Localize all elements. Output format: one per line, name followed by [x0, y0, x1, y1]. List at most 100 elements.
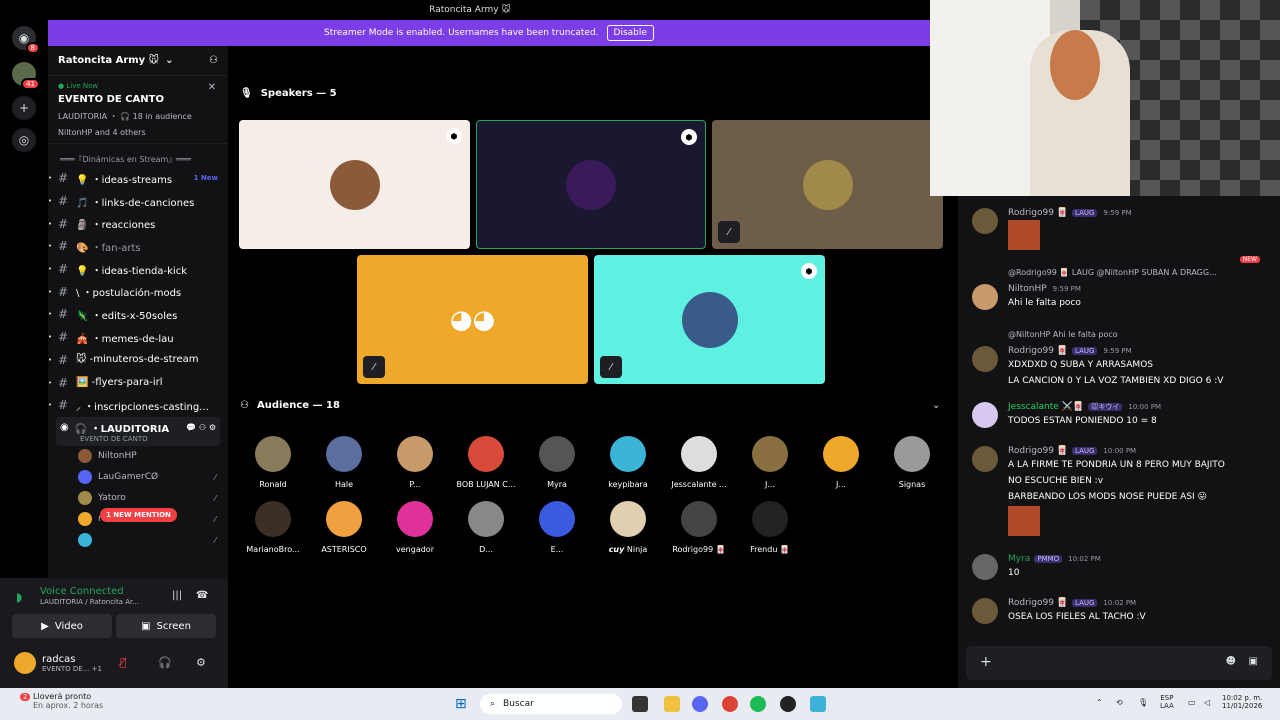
tray-chevron-icon[interactable]: ⌃: [1096, 698, 1103, 707]
task-view-icon[interactable]: [632, 696, 648, 712]
audience-member[interactable]: vengador: [380, 501, 450, 554]
audience-member[interactable]: 𝙘𝙪𝙮 Ninja: [593, 501, 663, 554]
mic-tray-icon[interactable]: 🎙: [1138, 698, 1148, 707]
headphones-icon[interactable]: 🎧: [158, 656, 172, 669]
audience-member[interactable]: J...: [806, 436, 876, 489]
channel-item[interactable]: • # 🦎 ・edits-x-50soles: [48, 303, 228, 326]
video-button[interactable]: ▶ Video: [12, 614, 112, 638]
audience-member[interactable]: Myra: [522, 436, 592, 489]
close-icon[interactable]: ✕: [208, 82, 216, 93]
channel-category[interactable]: ═══『Dinámicas en Stream』═══: [48, 144, 228, 167]
chrome-icon[interactable]: [722, 696, 738, 712]
search-input[interactable]: ⌕ Buscar: [480, 694, 622, 714]
disconnect-icon[interactable]: ☎: [196, 590, 208, 601]
server-icon[interactable]: 41: [12, 62, 40, 90]
audience-member[interactable]: Signas: [877, 436, 947, 489]
audience-member[interactable]: Rodrigo99 🀄: [664, 501, 734, 554]
avatar[interactable]: [972, 554, 998, 580]
file-explorer-icon[interactable]: [664, 696, 680, 712]
author-name[interactable]: Rodrigo99 🀄: [1008, 346, 1068, 356]
gif-icon[interactable]: ▣: [1249, 656, 1258, 667]
speaker-tile[interactable]: ⬢ ⁄: [594, 255, 825, 384]
channel-item[interactable]: • # 💡 ・ideas-streams 1 New: [48, 167, 228, 190]
notepad-icon[interactable]: [810, 696, 826, 712]
hash-icon: #: [58, 239, 69, 254]
voice-user[interactable]: NiltonHP: [48, 446, 228, 467]
channel-item[interactable]: • # 🎵 ・links-de-canciones: [48, 190, 228, 213]
collapse-chevron-icon[interactable]: ⌄: [932, 400, 940, 411]
author-name[interactable]: NiltonHP: [1008, 284, 1047, 294]
audience-member[interactable]: Jesscalante ...: [664, 436, 734, 489]
disable-button[interactable]: Disable: [606, 25, 654, 41]
channel-item[interactable]: • # 🗿 ・reacciones: [48, 212, 228, 235]
sync-icon[interactable]: ⟲: [1116, 698, 1123, 707]
new-mention-badge[interactable]: 1 NEW MENTION: [100, 508, 177, 522]
spotify-icon[interactable]: [750, 696, 766, 712]
emoji-icon[interactable]: ☻: [1226, 656, 1236, 667]
audience-member[interactable]: E...: [522, 501, 592, 554]
live-now-panel[interactable]: ● Live Now EVENTO DE CANTO LAUDITORIA ・ …: [48, 76, 228, 144]
channel-item[interactable]: • # 🎨 ・fan-arts: [48, 235, 228, 258]
channel-item[interactable]: • # \ ・postulación-mods: [48, 280, 228, 303]
author-name[interactable]: Rodrigo99 🀄: [1008, 598, 1068, 608]
voice-status[interactable]: Voice Connected: [40, 586, 124, 597]
audience-member[interactable]: P...: [380, 436, 450, 489]
meme-image[interactable]: [1008, 220, 1040, 250]
avatar[interactable]: [972, 598, 998, 624]
speaker-tile[interactable]: ⬢: [239, 120, 470, 249]
audience-member[interactable]: ASTERISCO: [309, 501, 379, 554]
settings-icon[interactable]: ⚙: [196, 656, 206, 669]
user-panel[interactable]: radcas EVENTO DE... +1: [14, 652, 102, 674]
avatar[interactable]: [972, 446, 998, 472]
volume-icon[interactable]: ◁: [1204, 698, 1210, 707]
mute-icon[interactable]: 🎙̸: [120, 656, 127, 669]
network-icon[interactable]: ▭: [1188, 698, 1196, 707]
avatar[interactable]: [972, 402, 998, 428]
avatar[interactable]: [972, 284, 998, 310]
message-input[interactable]: + ☻ ▣: [966, 646, 1272, 680]
author-name[interactable]: Myra: [1008, 554, 1030, 564]
discover-icon[interactable]: ◎: [12, 128, 36, 152]
author-name[interactable]: Jesscalante ⚔️🀄: [1008, 402, 1084, 412]
channel-item[interactable]: • # 🐭 -minuteros-de-stream: [48, 349, 228, 372]
voice-user[interactable]: Yatoro ⁄: [48, 488, 228, 509]
channel-item[interactable]: • # 🎪 ・memes-de-lau: [48, 326, 228, 349]
audience-member[interactable]: keypibara: [593, 436, 663, 489]
voice-channel-actions[interactable]: 💬 ⚇ ⚙: [186, 423, 216, 432]
avatar[interactable]: [972, 208, 998, 234]
discord-app-icon[interactable]: [692, 696, 708, 712]
audience-member[interactable]: J...: [735, 436, 805, 489]
voice-user[interactable]: ⁄: [48, 530, 228, 551]
author-name[interactable]: Rodrigo99 🀄: [1008, 208, 1068, 218]
soundboard-icon[interactable]: |||: [172, 590, 182, 601]
audience-member[interactable]: BOB LUJAN C...: [451, 436, 521, 489]
speaker-tile[interactable]: ⁄: [712, 120, 943, 249]
channel-item[interactable]: • # ⸝ ・inscripciones-casting...: [48, 394, 228, 417]
meme-image[interactable]: [1008, 506, 1040, 536]
channel-item[interactable]: • # 🖼️ -flyers-para-irl: [48, 371, 228, 394]
language-indicator[interactable]: ESP LAA: [1160, 694, 1174, 710]
audience-member[interactable]: D...: [451, 501, 521, 554]
avatar[interactable]: [972, 346, 998, 372]
windows-start-icon[interactable]: ⊞: [455, 696, 467, 712]
author-name[interactable]: Rodrigo99 🀄: [1008, 446, 1068, 456]
message-header: Rodrigo99 🀄 LAUG 10:02 PM: [1008, 598, 1136, 608]
discord-home-icon[interactable]: ◉ 8: [12, 26, 40, 54]
audience-member[interactable]: MarianoBro...: [238, 501, 308, 554]
weather-widget[interactable]: 2 Lloverá pronto En aprox. 2 horas: [20, 692, 103, 710]
add-attachment-icon[interactable]: +: [980, 654, 992, 670]
speaker-tile[interactable]: ◕◕ ⁄: [357, 255, 588, 384]
voice-user[interactable]: LauGamerCØ ⁄: [48, 467, 228, 488]
audience-member[interactable]: Hale: [309, 436, 379, 489]
audience-member[interactable]: Frendu 🀄: [735, 501, 805, 554]
channel-item[interactable]: • # 💡 ・ideas-tienda-kick: [48, 258, 228, 281]
add-server-icon[interactable]: +: [12, 96, 36, 120]
screen-button[interactable]: ▣ Screen: [116, 614, 216, 638]
obs-icon[interactable]: [780, 696, 796, 712]
server-header[interactable]: Ratoncita Army 🐭 ⌄ ⚇: [48, 46, 228, 76]
speaker-tile[interactable]: ⬢: [476, 120, 706, 249]
voice-channel[interactable]: ◉ 🎧 ・LAUDITORIA 💬 ⚇ ⚙ EVENTO DE CANTO: [56, 416, 220, 446]
audience-member[interactable]: Ronald: [238, 436, 308, 489]
add-member-icon[interactable]: ⚇: [209, 55, 218, 66]
clock[interactable]: 10:02 p. m. 11/01/2026: [1222, 694, 1262, 710]
